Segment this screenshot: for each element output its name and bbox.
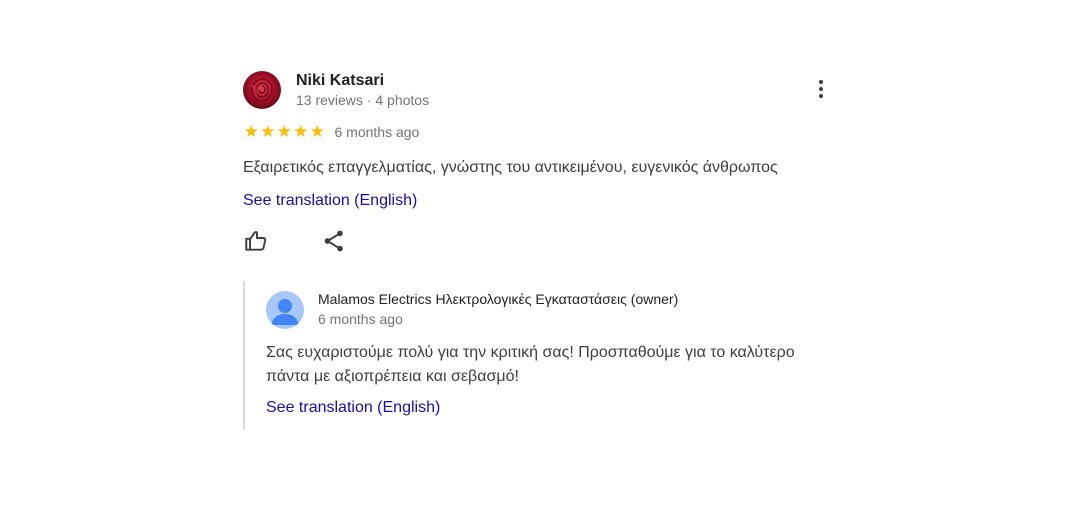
star-icon: ★	[260, 122, 276, 141]
star-icon: ★	[276, 122, 292, 141]
share-button[interactable]	[321, 228, 347, 254]
more-vert-icon-dot	[819, 80, 823, 84]
share-icon	[324, 230, 343, 252]
see-translation-link[interactable]: See translation (English)	[243, 191, 417, 211]
reviewer-name[interactable]: Niki Katsari	[296, 71, 384, 90]
owner-reply: Malamos Electrics Ηλεκτρολογικές Εγκατασ…	[243, 281, 845, 430]
reviewer-meta[interactable]: 13 reviews · 4 photos	[296, 92, 429, 108]
reviewer-avatar[interactable]	[243, 71, 281, 109]
star-icon: ★	[309, 122, 325, 141]
thumbs-up-icon	[245, 231, 267, 251]
person-avatar-icon	[271, 299, 299, 325]
review-date: 6 months ago	[334, 124, 420, 140]
more-vert-icon-dot	[819, 94, 823, 98]
owner-avatar[interactable]	[266, 291, 304, 329]
review-text: Εξαιρετικός επαγγελματίας, γνώστης του α…	[243, 159, 778, 176]
owner-name: Malamos Electrics Ηλεκτρολογικές Εγκατασ…	[318, 291, 679, 307]
owner-reply-line: Σας ευχαριστούμε πολύ για την κριτική σα…	[266, 344, 795, 361]
rating-row: ★ ★ ★ ★ ★ 6 months ago	[243, 123, 420, 141]
more-vert-icon-dot	[819, 87, 823, 91]
more-options-button[interactable]	[809, 77, 833, 101]
owner-reply-text: Σας ευχαριστούμε πολύ για την κριτική σα…	[266, 341, 846, 389]
star-rating: ★ ★ ★ ★ ★	[243, 123, 326, 141]
like-button[interactable]	[243, 228, 269, 254]
owner-see-translation-link[interactable]: See translation (English)	[266, 398, 440, 418]
star-icon: ★	[293, 122, 309, 141]
owner-reply-line: πάντα με αξιοπρέπεια και σεβασμό!	[266, 368, 519, 385]
star-icon: ★	[243, 122, 259, 141]
owner-reply-date: 6 months ago	[318, 311, 403, 327]
rose-icon	[250, 78, 273, 102]
